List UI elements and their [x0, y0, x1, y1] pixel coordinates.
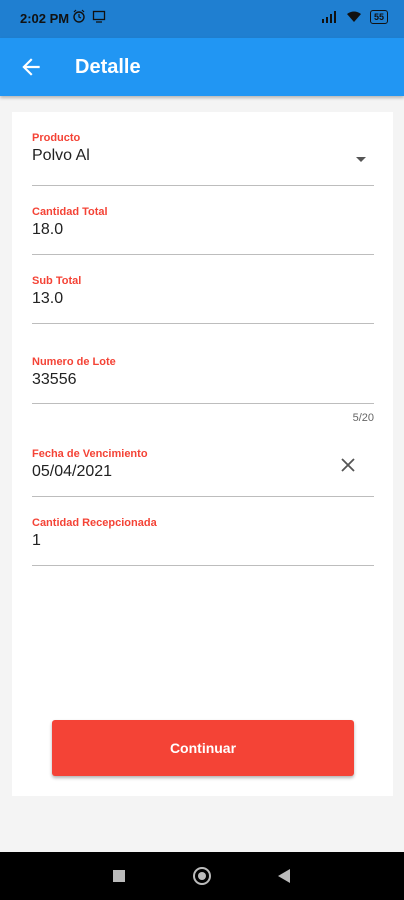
clear-icon[interactable]: [340, 457, 356, 473]
home-icon[interactable]: [193, 867, 211, 885]
numero-lote-field[interactable]: Numero de Lote 33556 5/20: [32, 356, 374, 428]
status-time: 2:02 PM: [20, 11, 70, 26]
producto-dropdown[interactable]: Producto Polvo Al: [32, 132, 374, 188]
cast-icon: [92, 10, 106, 23]
cantidad-recepcionada-underline: [32, 565, 374, 566]
cantidad-recepcionada-label: Cantidad Recepcionada: [32, 517, 157, 529]
numero-lote-value: 33556: [32, 371, 77, 388]
sub-total-underline: [32, 323, 374, 324]
sub-total-label: Sub Total: [32, 275, 82, 287]
cantidad-recepcionada-field[interactable]: Cantidad Recepcionada 1: [32, 517, 374, 567]
detail-card: Producto Polvo Al Cantidad Total 18.0 Su…: [12, 112, 393, 796]
cantidad-total-field[interactable]: Cantidad Total 18.0: [32, 206, 374, 256]
fecha-vencimiento-label: Fecha de Vencimiento: [32, 448, 148, 460]
numero-lote-counter: 5/20: [352, 412, 374, 424]
battery-icon: 55: [369, 10, 388, 24]
dropdown-arrow-icon: [356, 157, 366, 162]
continue-button[interactable]: Continuar: [52, 720, 354, 776]
fecha-vencimiento-underline: [32, 496, 374, 497]
numero-lote-label: Numero de Lote: [32, 356, 116, 368]
producto-value: Polvo Al: [32, 147, 90, 164]
system-nav-bar: [0, 852, 404, 900]
back-arrow-icon[interactable]: [18, 54, 44, 80]
cantidad-recepcionada-value: 1: [32, 532, 41, 549]
status-icons-left: [72, 9, 106, 23]
cantidad-total-label: Cantidad Total: [32, 206, 108, 218]
recents-icon[interactable]: [113, 870, 125, 882]
sub-total-value: 13.0: [32, 290, 64, 307]
nav-back-icon[interactable]: [278, 869, 290, 883]
signal-icon: [321, 11, 336, 23]
status-icons-right: 55: [321, 10, 388, 24]
fecha-vencimiento-field[interactable]: Fecha de Vencimiento 05/04/2021: [32, 448, 374, 498]
producto-label: Producto: [32, 132, 81, 144]
cantidad-total-underline: [32, 254, 374, 255]
app-bar: Detalle: [0, 38, 404, 96]
producto-underline: [32, 185, 374, 186]
cantidad-total-value: 18.0: [32, 221, 64, 238]
wifi-icon: [346, 11, 361, 22]
numero-lote-underline: [32, 403, 374, 404]
alarm-icon: [73, 9, 85, 23]
sub-total-field[interactable]: Sub Total 13.0: [32, 275, 374, 325]
page-title: Detalle: [75, 56, 141, 78]
status-bar: 2:02 PM 55: [0, 0, 404, 38]
fecha-vencimiento-value: 05/04/2021: [32, 463, 113, 480]
